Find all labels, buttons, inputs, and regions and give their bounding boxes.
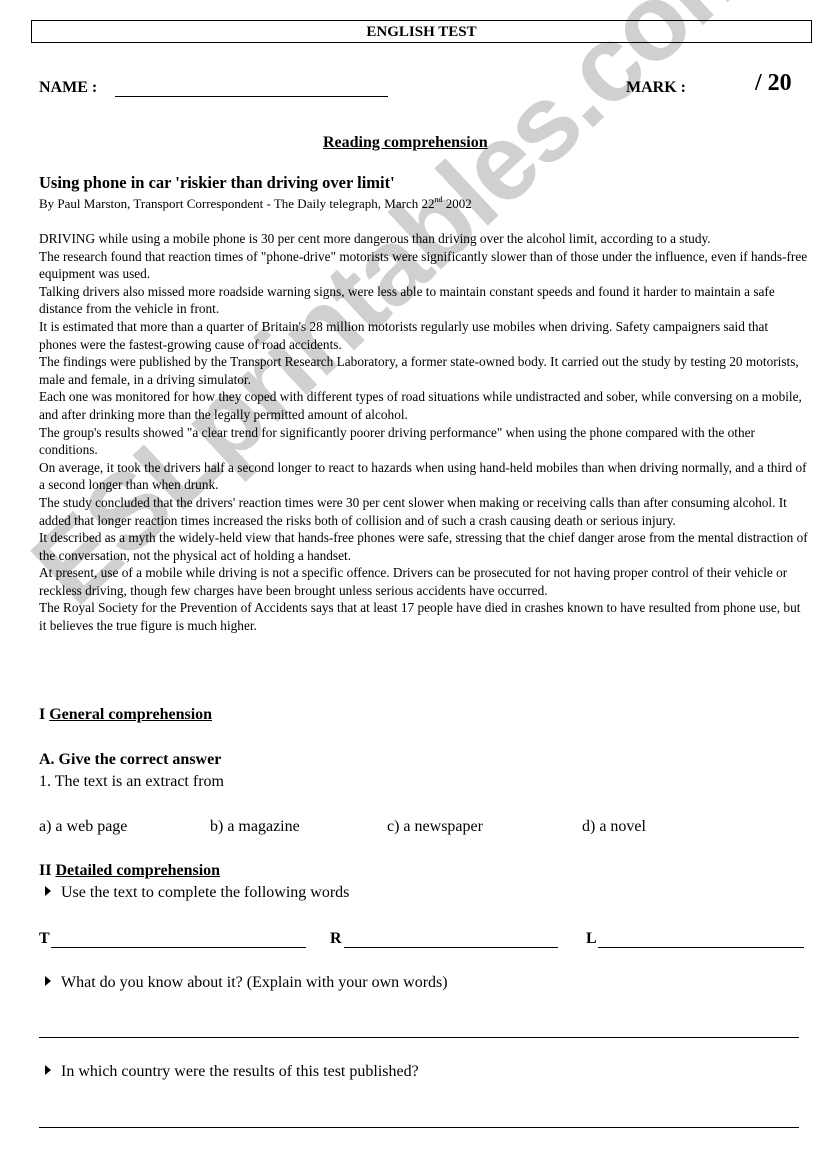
instruction-text: What do you know about it? (Explain with… [61, 974, 448, 991]
instruction-text: In which country were the results of thi… [61, 1063, 419, 1080]
article-paragraph: On average, it took the drivers half a s… [39, 459, 807, 493]
word-letter-t: T [39, 930, 50, 947]
article-paragraph: DRIVING while using a mobile phone is 30… [39, 231, 711, 246]
section-numeral: II [39, 862, 52, 879]
option-b[interactable]: b) a magazine [210, 818, 300, 836]
section-title: Detailed comprehension [55, 862, 221, 879]
article-paragraph: Talking drivers also missed more roadsid… [39, 283, 775, 317]
word-field-t[interactable] [51, 947, 306, 948]
article-paragraph: It described as a myth the widely-held v… [39, 530, 808, 563]
instruction-which-country: In which country were the results of thi… [45, 1063, 419, 1081]
article-paragraph: The findings were published by the Trans… [39, 354, 799, 387]
word-field-r[interactable] [344, 947, 558, 948]
instruction-complete-words: Use the text to complete the following w… [45, 884, 349, 902]
option-a[interactable]: a) a web page [39, 818, 127, 836]
test-title: ENGLISH TEST [31, 20, 812, 43]
word-letter-l: L [586, 930, 597, 947]
arrow-bullet-icon [45, 1065, 51, 1075]
article-paragraph: At present, use of a mobile while drivin… [39, 565, 788, 598]
detailed-comprehension-heading: II Detailed comprehension [39, 862, 220, 880]
arrow-bullet-icon [45, 886, 51, 896]
article-paragraph: It is estimated that more than a quarter… [39, 318, 769, 352]
instruction-text: Use the text to complete the following w… [61, 884, 350, 901]
reading-section-title: Reading comprehension [323, 134, 488, 151]
section-numeral: I [39, 706, 46, 723]
name-field[interactable] [115, 96, 388, 97]
article-paragraph: The Royal Society for the Prevention of … [39, 600, 801, 634]
option-c[interactable]: c) a newspaper [387, 818, 483, 836]
article-paragraph: The study concluded that the drivers' re… [39, 494, 787, 528]
part-a-heading: A. Give the correct answer [39, 751, 222, 768]
word-letter-r: R [330, 930, 342, 947]
article-byline: By Paul Marston, Transport Correspondent… [39, 195, 472, 212]
word-field-l[interactable] [598, 947, 804, 948]
arrow-bullet-icon [45, 976, 51, 986]
article-paragraph: The group's results showed "a clear tren… [39, 424, 755, 458]
answer-line-1[interactable] [39, 1037, 799, 1038]
article-paragraph: Each one was monitored for how they cope… [39, 389, 802, 422]
name-label: NAME : [39, 79, 98, 96]
byline-text: By Paul Marston, Transport Correspondent… [39, 196, 435, 211]
article-headline: Using phone in car 'riskier than driving… [39, 173, 395, 192]
section-title: General comprehension [49, 706, 213, 723]
option-d[interactable]: d) a novel [582, 818, 646, 836]
question-1: 1. The text is an extract from [39, 773, 224, 790]
answer-line-2[interactable] [39, 1127, 799, 1128]
score-total: / 20 [755, 70, 792, 96]
byline-year: 2002 [442, 196, 472, 211]
article-body: DRIVING while using a mobile phone is 30… [39, 230, 809, 635]
instruction-what-know: What do you know about it? (Explain with… [45, 974, 448, 992]
general-comprehension-heading: I General comprehension [39, 706, 212, 724]
article-paragraph: The research found that reaction times o… [39, 248, 808, 282]
mark-label: MARK : [626, 79, 686, 96]
